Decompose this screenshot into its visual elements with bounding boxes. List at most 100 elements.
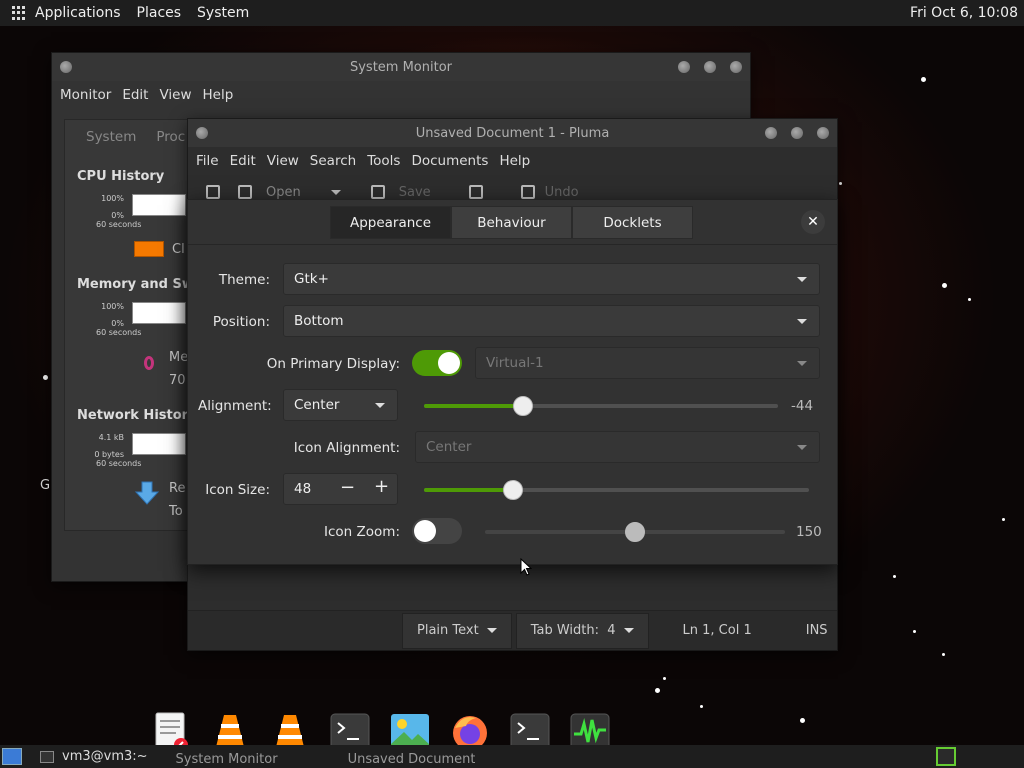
taskbar-item-system-monitor[interactable]: System Monitor bbox=[176, 745, 278, 768]
menu-edit[interactable]: Edit bbox=[230, 153, 256, 169]
slider-fill bbox=[424, 404, 523, 408]
star bbox=[655, 688, 660, 693]
syntax-label: Plain Text bbox=[417, 623, 479, 638]
mouse-pointer-icon bbox=[520, 558, 532, 576]
mem-axis-bottom: 0% bbox=[111, 319, 124, 328]
new-document-icon[interactable] bbox=[206, 185, 220, 199]
menu-view[interactable]: View bbox=[159, 87, 191, 103]
star bbox=[942, 283, 947, 288]
toggle-knob bbox=[414, 520, 436, 542]
window-menu-icon[interactable] bbox=[196, 127, 208, 139]
icon-alignment-select[interactable]: Center bbox=[415, 431, 820, 463]
icon-size-slider[interactable] bbox=[424, 480, 809, 500]
insert-mode: INS bbox=[805, 623, 828, 638]
chevron-down-icon bbox=[375, 403, 385, 408]
minimize-icon[interactable] bbox=[678, 61, 690, 73]
close-button[interactable]: ✕ bbox=[801, 210, 825, 234]
position-label: Position: bbox=[212, 314, 270, 330]
undo-icon[interactable] bbox=[520, 185, 535, 199]
workspace-switcher-icon[interactable] bbox=[936, 747, 956, 766]
offset-slider[interactable] bbox=[424, 396, 778, 416]
chevron-down-icon bbox=[797, 361, 807, 366]
decrease-button[interactable]: − bbox=[340, 477, 355, 498]
open-recent-chevron-icon[interactable] bbox=[330, 189, 341, 195]
window-title: Unsaved Document 1 - Pluma bbox=[415, 125, 610, 141]
tab-width-dropdown[interactable]: Tab Width: 4 bbox=[515, 612, 649, 649]
menu-places[interactable]: Places bbox=[137, 5, 182, 21]
icon-size-label: Icon Size: bbox=[205, 482, 270, 498]
minimize-icon[interactable] bbox=[765, 127, 777, 139]
icon-alignment-label: Icon Alignment: bbox=[293, 440, 400, 456]
position-select[interactable]: Bottom bbox=[283, 305, 820, 337]
increase-button[interactable]: + bbox=[374, 476, 389, 497]
show-desktop-icon[interactable] bbox=[2, 748, 22, 765]
clock[interactable]: Fri Oct 6, 10:08 bbox=[910, 5, 1018, 21]
window-title: System Monitor bbox=[349, 59, 453, 75]
save-button[interactable]: Save bbox=[399, 185, 431, 200]
primary-display-toggle[interactable] bbox=[412, 350, 462, 376]
syntax-dropdown[interactable]: Plain Text bbox=[402, 612, 512, 649]
menu-monitor[interactable]: Monitor bbox=[60, 87, 111, 103]
menu-help[interactable]: Help bbox=[203, 87, 234, 103]
window-menu-icon[interactable] bbox=[60, 61, 72, 73]
tab-system[interactable]: System bbox=[66, 121, 156, 153]
tab-docklets[interactable]: Docklets bbox=[572, 206, 693, 239]
menu-view[interactable]: View bbox=[267, 153, 299, 169]
cpu-color-swatch[interactable] bbox=[134, 241, 164, 257]
alignment-value: Center bbox=[294, 397, 340, 413]
apps-grid-icon[interactable] bbox=[12, 6, 26, 20]
icon-size-spinbutton[interactable]: 48 − + bbox=[283, 473, 398, 505]
alignment-select[interactable]: Center bbox=[283, 389, 398, 421]
divider bbox=[188, 244, 837, 245]
chevron-down-icon bbox=[797, 445, 807, 450]
tab-width-label: Tab Width: 4 bbox=[530, 623, 616, 638]
network-received: Re bbox=[169, 481, 186, 496]
network-history-heading: Network History bbox=[77, 408, 197, 423]
dock-preferences-dialog: Appearance Behaviour Docklets ✕ Theme: G… bbox=[187, 199, 838, 565]
close-icon[interactable] bbox=[817, 127, 829, 139]
icon-zoom-label: Icon Zoom: bbox=[324, 524, 400, 540]
undo-button[interactable]: Undo bbox=[545, 185, 579, 200]
monitor-select[interactable]: Virtual-1 bbox=[475, 347, 820, 379]
slider-handle[interactable] bbox=[503, 480, 523, 500]
menu-applications[interactable]: Applications bbox=[35, 5, 121, 21]
star bbox=[839, 182, 842, 185]
toggle-knob bbox=[438, 352, 460, 374]
maximize-icon[interactable] bbox=[704, 61, 716, 73]
menu-file[interactable]: File bbox=[196, 153, 219, 169]
close-icon[interactable] bbox=[730, 61, 742, 73]
open-button[interactable]: Open bbox=[266, 185, 301, 200]
tab-appearance[interactable]: Appearance bbox=[330, 206, 451, 239]
taskbar-item-terminal[interactable]: vm3@vm3:~ bbox=[62, 749, 148, 764]
print-icon[interactable] bbox=[468, 185, 483, 199]
titlebar[interactable]: Unsaved Document 1 - Pluma bbox=[188, 119, 837, 147]
menu-edit[interactable]: Edit bbox=[122, 87, 148, 103]
icon-zoom-toggle[interactable] bbox=[412, 518, 462, 544]
tab-behaviour[interactable]: Behaviour bbox=[451, 206, 572, 239]
theme-select[interactable]: Gtk+ bbox=[283, 263, 820, 295]
slider-handle[interactable] bbox=[625, 522, 645, 542]
mem-axis-top: 100% bbox=[101, 302, 124, 311]
save-icon[interactable] bbox=[370, 185, 385, 199]
bottom-panel: vm3@vm3:~ System Monitor Unsaved Documen… bbox=[0, 745, 1024, 768]
taskbar-item-pluma[interactable]: Unsaved Document bbox=[348, 745, 476, 768]
download-arrow-icon bbox=[134, 481, 160, 505]
slider-handle[interactable] bbox=[513, 396, 533, 416]
chevron-down-icon bbox=[797, 319, 807, 324]
cpu-seconds: 60 seconds bbox=[96, 220, 142, 229]
menu-help[interactable]: Help bbox=[499, 153, 530, 169]
net-axis-top: 4.1 kB bbox=[98, 433, 124, 442]
chevron-down-icon bbox=[797, 277, 807, 282]
maximize-icon[interactable] bbox=[791, 127, 803, 139]
titlebar[interactable]: System Monitor bbox=[52, 53, 750, 81]
menu-tools[interactable]: Tools bbox=[367, 153, 400, 169]
icon-zoom-slider[interactable] bbox=[485, 522, 785, 542]
network-graph bbox=[132, 433, 186, 455]
network-total: To bbox=[169, 504, 183, 519]
menu-search[interactable]: Search bbox=[310, 153, 356, 169]
cursor-position: Ln 1, Col 1 bbox=[682, 623, 752, 638]
menubar: File Edit View Search Tools Documents He… bbox=[188, 147, 837, 175]
templates-icon[interactable] bbox=[238, 185, 252, 199]
menu-documents[interactable]: Documents bbox=[411, 153, 488, 169]
menu-system[interactable]: System bbox=[197, 5, 249, 21]
